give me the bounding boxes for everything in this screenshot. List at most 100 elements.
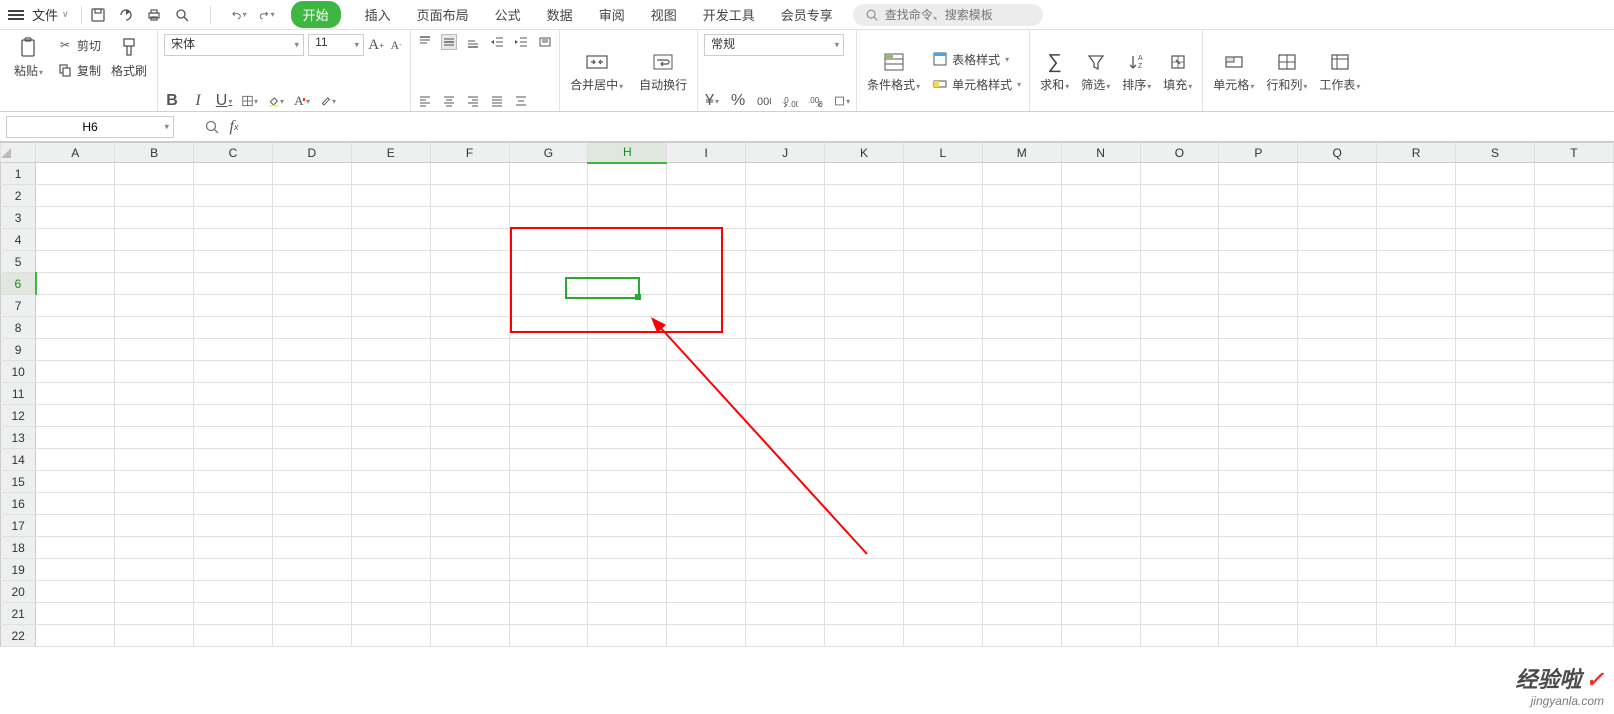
cell[interactable] — [430, 251, 509, 273]
paste-button[interactable]: 粘贴▾ — [10, 34, 47, 81]
search-input[interactable] — [885, 8, 1040, 22]
formula-input[interactable] — [248, 117, 1608, 137]
cell[interactable] — [1140, 537, 1219, 559]
cell[interactable] — [746, 471, 825, 493]
cell[interactable] — [194, 625, 273, 647]
cell[interactable] — [825, 427, 904, 449]
cell[interactable] — [1534, 581, 1613, 603]
cell[interactable] — [509, 251, 588, 273]
cell[interactable] — [1298, 625, 1377, 647]
cell[interactable] — [1061, 581, 1140, 603]
cell[interactable] — [36, 603, 115, 625]
cell[interactable] — [509, 493, 588, 515]
cell[interactable] — [1534, 273, 1613, 295]
cell[interactable] — [272, 515, 351, 537]
cell[interactable] — [667, 229, 746, 251]
cell[interactable] — [351, 383, 430, 405]
cell[interactable] — [272, 625, 351, 647]
cell[interactable] — [1456, 251, 1535, 273]
cell[interactable] — [509, 383, 588, 405]
merge-center-button[interactable]: 合并居中▾ — [566, 48, 627, 95]
cell[interactable] — [351, 559, 430, 581]
cell[interactable] — [272, 581, 351, 603]
cell[interactable] — [430, 493, 509, 515]
cell[interactable] — [351, 251, 430, 273]
cell[interactable] — [982, 471, 1061, 493]
cell[interactable] — [351, 471, 430, 493]
font-color-button[interactable]: A▾ — [294, 93, 310, 109]
cell[interactable] — [825, 537, 904, 559]
cell[interactable] — [1456, 493, 1535, 515]
cell[interactable] — [509, 471, 588, 493]
cell[interactable] — [1061, 163, 1140, 185]
row-header[interactable]: 2 — [1, 185, 36, 207]
column-header[interactable]: J — [746, 143, 825, 163]
cell[interactable] — [1298, 383, 1377, 405]
cell[interactable] — [1061, 537, 1140, 559]
cell[interactable] — [667, 295, 746, 317]
conditional-format-button[interactable]: 条件格式▾ — [863, 48, 924, 95]
cell[interactable] — [1140, 405, 1219, 427]
column-header[interactable]: T — [1534, 143, 1613, 163]
cell[interactable] — [982, 317, 1061, 339]
cell[interactable] — [36, 339, 115, 361]
cell[interactable] — [36, 471, 115, 493]
cell[interactable] — [667, 383, 746, 405]
cell[interactable] — [1298, 185, 1377, 207]
cell[interactable] — [746, 515, 825, 537]
cell[interactable] — [903, 383, 982, 405]
cell[interactable] — [115, 427, 194, 449]
cell[interactable] — [1377, 471, 1456, 493]
decrease-font-button[interactable]: A- — [388, 37, 404, 53]
cell[interactable] — [1377, 251, 1456, 273]
cell[interactable] — [1140, 207, 1219, 229]
cell[interactable] — [430, 405, 509, 427]
print-icon[interactable] — [146, 7, 162, 23]
cell[interactable] — [588, 537, 667, 559]
cell[interactable] — [509, 317, 588, 339]
increase-decimal-button[interactable]: .0.00 — [782, 93, 798, 109]
cell[interactable] — [36, 559, 115, 581]
cell[interactable] — [1377, 405, 1456, 427]
cell[interactable] — [825, 163, 904, 185]
cell[interactable] — [430, 625, 509, 647]
cell[interactable] — [430, 471, 509, 493]
cell[interactable] — [825, 317, 904, 339]
cell[interactable] — [430, 229, 509, 251]
cell[interactable] — [351, 339, 430, 361]
cell[interactable] — [1219, 295, 1298, 317]
cell[interactable] — [1456, 317, 1535, 339]
cell[interactable] — [903, 581, 982, 603]
align-left-button[interactable] — [417, 93, 433, 109]
cell[interactable] — [1140, 427, 1219, 449]
cell[interactable] — [903, 493, 982, 515]
cell[interactable] — [903, 471, 982, 493]
cell[interactable] — [746, 559, 825, 581]
cell[interactable] — [903, 207, 982, 229]
cell[interactable] — [115, 471, 194, 493]
align-right-button[interactable] — [465, 93, 481, 109]
cell[interactable] — [36, 581, 115, 603]
cell[interactable] — [351, 603, 430, 625]
cell[interactable] — [36, 383, 115, 405]
cell[interactable] — [903, 449, 982, 471]
cell[interactable] — [115, 603, 194, 625]
cell[interactable] — [36, 229, 115, 251]
row-header[interactable]: 19 — [1, 559, 36, 581]
cell[interactable] — [1377, 339, 1456, 361]
cell[interactable] — [1298, 207, 1377, 229]
cell[interactable] — [36, 185, 115, 207]
cell[interactable] — [1456, 537, 1535, 559]
row-header[interactable]: 10 — [1, 361, 36, 383]
cell[interactable] — [1456, 625, 1535, 647]
cell[interactable] — [115, 405, 194, 427]
bold-button[interactable]: B — [164, 93, 180, 109]
cell[interactable] — [667, 405, 746, 427]
italic-button[interactable]: I — [190, 93, 206, 109]
cell[interactable] — [1219, 427, 1298, 449]
cell[interactable] — [509, 559, 588, 581]
cell[interactable] — [1534, 383, 1613, 405]
cell[interactable] — [903, 603, 982, 625]
font-size-select[interactable]: 11▾ — [308, 34, 364, 56]
cell[interactable] — [588, 581, 667, 603]
